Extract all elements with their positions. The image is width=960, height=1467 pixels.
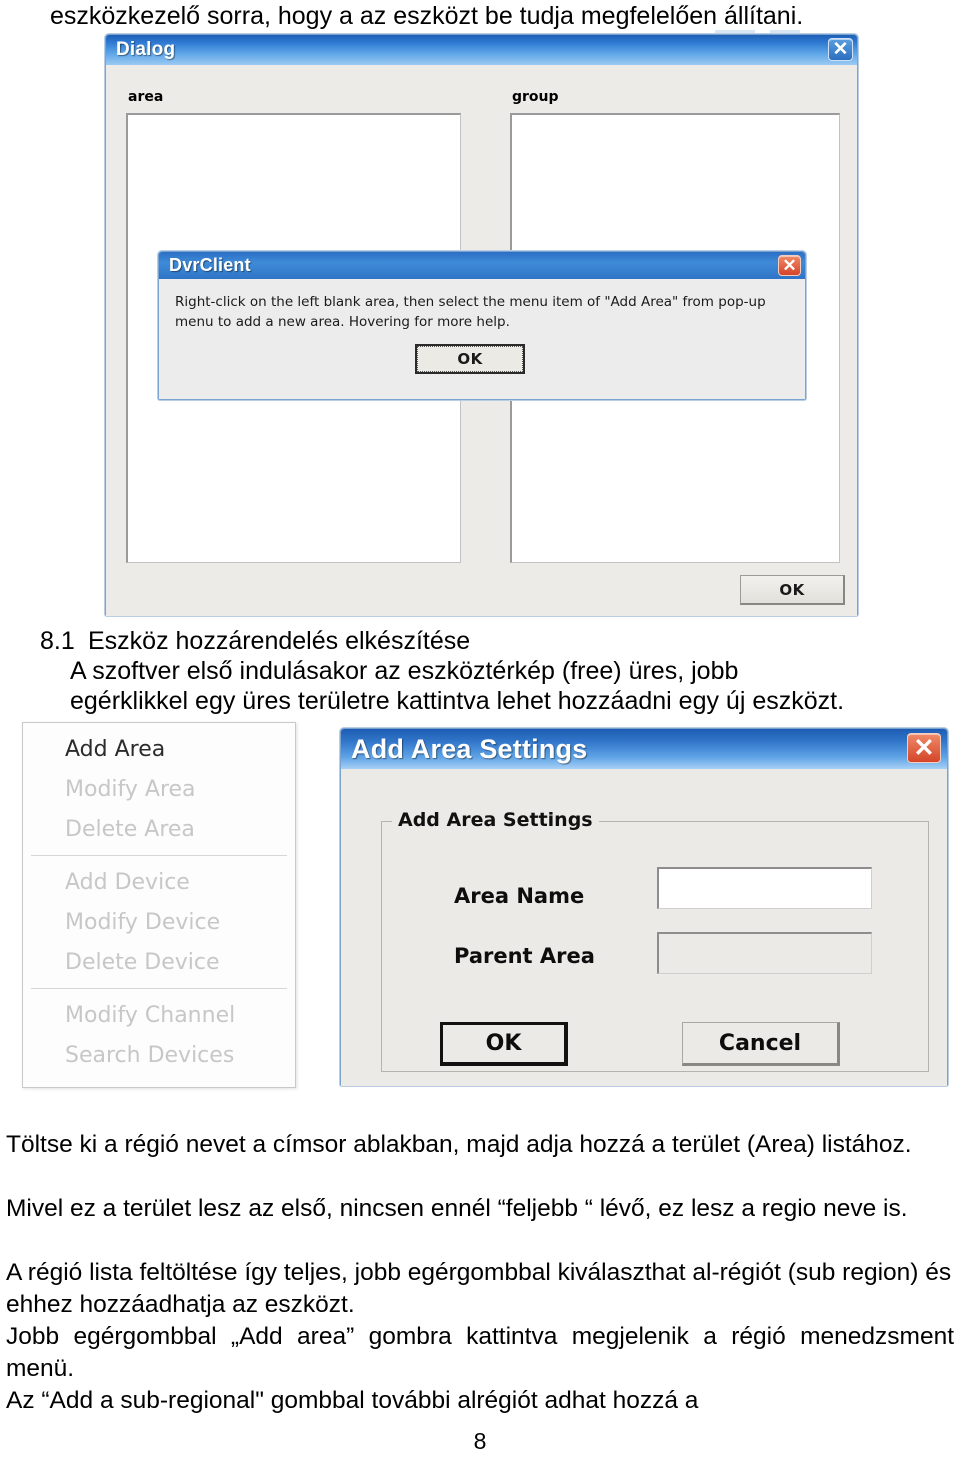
dvrclient-ok-button[interactable]: OK xyxy=(415,344,525,374)
menu-item-delete-area[interactable]: Delete Area xyxy=(23,809,295,849)
add-area-groupbox: Add Area Settings Area Name Parent Area … xyxy=(381,809,929,1072)
add-area-title-bar[interactable]: Add Area Settings ✕ xyxy=(341,729,947,769)
area-label: area xyxy=(128,89,164,105)
menu-item-modify-area[interactable]: Modify Area xyxy=(23,769,295,809)
dvrclient-title-bar[interactable]: DvrClient ✕ xyxy=(159,252,805,279)
ok-button[interactable]: OK xyxy=(440,1022,568,1066)
menu-item-delete-device[interactable]: Delete Device xyxy=(23,942,295,982)
ok-button[interactable]: OK xyxy=(740,575,845,605)
area-name-input[interactable] xyxy=(657,867,872,909)
dvrclient-ok-label: OK xyxy=(417,346,523,372)
paragraph-2: Mivel ez a terület lesz az első, nincsen… xyxy=(6,1195,908,1222)
menu-item-add-device[interactable]: Add Device xyxy=(23,862,295,902)
menu-separator xyxy=(31,855,287,856)
context-menu: Add Area Modify Area Delete Area Add Dev… xyxy=(22,722,296,1088)
dialog-window-dvrclient: DvrClient ✕ Right-click on the left blan… xyxy=(158,251,806,400)
parent-area-label: Parent Area xyxy=(454,944,595,968)
add-area-title-text: Add Area Settings xyxy=(351,733,588,764)
page-number: 8 xyxy=(473,1428,487,1454)
menu-item-search-devices[interactable]: Search Devices xyxy=(23,1035,295,1075)
menu-item-add-area[interactable]: Add Area xyxy=(23,729,295,769)
paragraph-4: Jobb egérgombbal „Add area” gombra katti… xyxy=(6,1323,954,1382)
dvrclient-message: Right-click on the left blank area, then… xyxy=(175,294,766,330)
page-title: Eszköz hozzárendelés elkészítése xyxy=(88,627,471,655)
section-subtext-line-1: A szoftver első indulásakor az eszköztér… xyxy=(70,657,739,685)
dialog-title-bar[interactable]: Dialog ✕ xyxy=(106,35,857,65)
menu-item-modify-device[interactable]: Modify Device xyxy=(23,902,295,942)
area-name-label: Area Name xyxy=(454,884,585,908)
close-icon[interactable]: ✕ xyxy=(778,255,801,276)
paragraph-5: Az “Add a sub-regional" gombbal további … xyxy=(6,1387,699,1414)
paragraph-1: Töltse ki a régió nevet a címsor ablakba… xyxy=(6,1131,912,1158)
menu-item-modify-channel[interactable]: Modify Channel xyxy=(23,995,295,1035)
dialog-window-add-area: Add Area Settings ✕ Add Area Settings Ar… xyxy=(340,728,948,1086)
parent-area-input[interactable] xyxy=(657,932,872,974)
close-icon[interactable]: ✕ xyxy=(907,733,941,763)
groupbox-title: Add Area Settings xyxy=(392,809,599,831)
dvrclient-title-text: DvrClient xyxy=(169,255,251,275)
dvrclient-body: Right-click on the left blank area, then… xyxy=(159,279,805,399)
paragraph-3: A régió lista feltöltése így teljes, job… xyxy=(6,1259,952,1318)
section-number: 8.1 xyxy=(40,627,75,655)
cancel-button[interactable]: Cancel xyxy=(682,1022,840,1066)
close-icon[interactable]: ✕ xyxy=(828,38,853,61)
add-area-body: Add Area Settings Area Name Parent Area … xyxy=(341,769,947,1086)
menu-separator xyxy=(31,988,287,989)
dialog-title-text: Dialog xyxy=(116,39,176,60)
section-subtext-line-2: egérklikkel egy üres területre kattintva… xyxy=(70,687,845,715)
group-label: group xyxy=(512,89,559,105)
page-top-line: eszközkezelő sorra, hogy a az eszközt be… xyxy=(50,2,804,30)
